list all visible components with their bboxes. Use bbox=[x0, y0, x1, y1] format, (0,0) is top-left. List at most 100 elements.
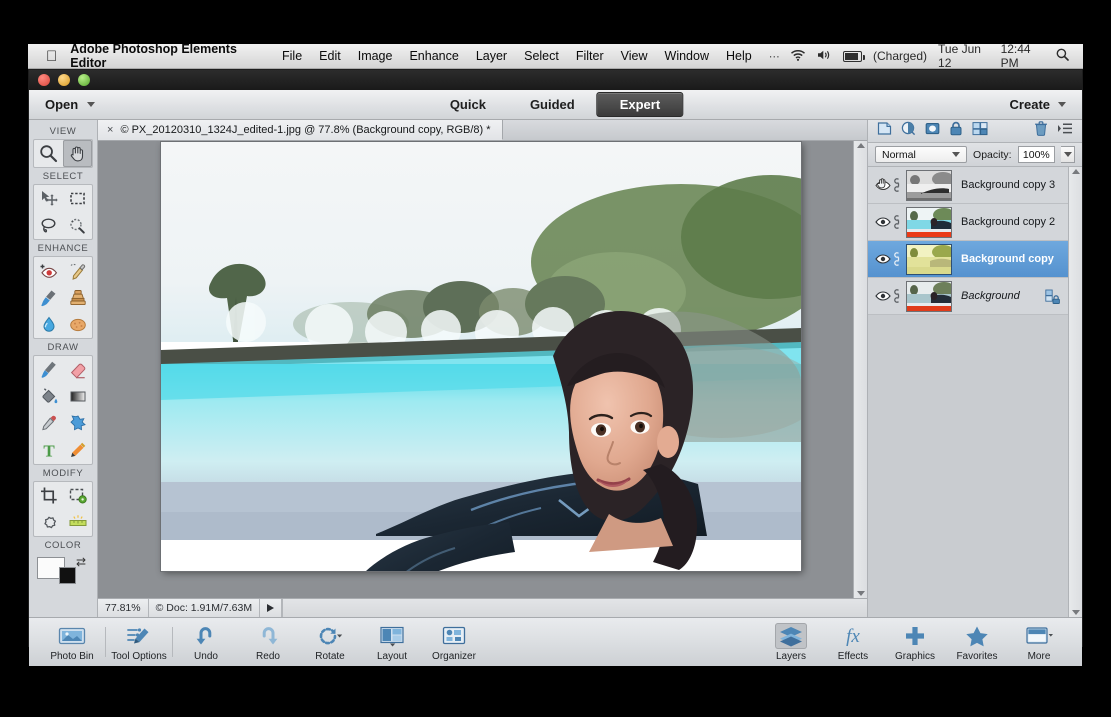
lock-icon[interactable] bbox=[1045, 289, 1061, 309]
smart-brush-tool[interactable] bbox=[34, 284, 63, 311]
crop-tool[interactable] bbox=[34, 482, 63, 509]
effects-button[interactable]: fx Effects bbox=[822, 623, 884, 662]
layer-name[interactable]: Background copy 2 bbox=[961, 216, 1055, 228]
more-button[interactable]: More bbox=[1008, 623, 1070, 662]
zoom-tool[interactable] bbox=[34, 140, 63, 167]
color-swatches[interactable]: ⇄ bbox=[35, 555, 91, 587]
layer-name[interactable]: Background copy 3 bbox=[961, 179, 1055, 191]
graphics-button[interactable]: Graphics bbox=[884, 623, 946, 662]
menu-edit[interactable]: Edit bbox=[319, 49, 341, 63]
layer-row[interactable]: Background bbox=[868, 278, 1068, 315]
custom-shape-tool[interactable] bbox=[63, 410, 92, 437]
zoom-window-button[interactable] bbox=[78, 74, 90, 86]
swap-colors-icon[interactable]: ⇄ bbox=[76, 555, 86, 569]
recompose-tool[interactable] bbox=[63, 482, 92, 509]
battery-icon[interactable] bbox=[842, 50, 866, 62]
menu-enhance[interactable]: Enhance bbox=[409, 49, 458, 63]
lasso-tool[interactable] bbox=[34, 212, 63, 239]
menubar-date[interactable]: Tue Jun 12 bbox=[938, 42, 990, 70]
rotate-button[interactable]: Rotate bbox=[299, 623, 361, 662]
menu-select[interactable]: Select bbox=[524, 49, 559, 63]
opacity-stepper[interactable] bbox=[1061, 146, 1075, 163]
hand-tool[interactable] bbox=[63, 140, 92, 167]
layout-button[interactable]: Layout bbox=[361, 623, 423, 662]
menu-window[interactable]: Window bbox=[665, 49, 709, 63]
blur-tool[interactable] bbox=[34, 311, 63, 338]
layer-row[interactable]: Background copy 3 bbox=[868, 167, 1068, 204]
bluetooth-icon[interactable]: ⋯ bbox=[769, 50, 780, 63]
group-layer-icon[interactable] bbox=[972, 121, 988, 141]
red-eye-removal-tool[interactable] bbox=[34, 257, 63, 284]
new-layer-icon[interactable] bbox=[877, 121, 892, 141]
brush-tool[interactable] bbox=[34, 356, 63, 383]
tab-expert[interactable]: Expert bbox=[596, 92, 684, 117]
sponge-tool[interactable] bbox=[63, 311, 92, 338]
close-window-button[interactable] bbox=[38, 74, 50, 86]
wifi-icon[interactable] bbox=[790, 49, 806, 64]
layers-button[interactable]: Layers bbox=[760, 622, 822, 662]
image-canvas[interactable] bbox=[161, 142, 801, 571]
layer-list[interactable]: Background copy 3 Background copy 2 Back… bbox=[868, 167, 1082, 617]
eyedropper-tool[interactable] bbox=[34, 410, 63, 437]
panel-menu-icon[interactable] bbox=[1057, 122, 1073, 140]
redo-button[interactable]: Redo bbox=[237, 623, 299, 662]
cookie-cutter-tool[interactable] bbox=[34, 509, 63, 536]
spot-healing-brush-tool[interactable] bbox=[63, 257, 92, 284]
tab-guided[interactable]: Guided bbox=[508, 93, 597, 116]
minimize-window-button[interactable] bbox=[58, 74, 70, 86]
document-tab[interactable]: × © PX_20120310_1324J_edited-1.jpg @ 77.… bbox=[98, 120, 503, 140]
blend-mode-select[interactable]: Normal bbox=[875, 146, 968, 163]
adjustment-layer-icon[interactable] bbox=[901, 121, 916, 141]
link-layers-icon[interactable] bbox=[891, 252, 906, 266]
create-button[interactable]: Create bbox=[1010, 97, 1066, 112]
layer-thumbnail[interactable] bbox=[906, 169, 952, 201]
canvas-horizontal-scrollbar[interactable] bbox=[282, 599, 867, 617]
background-color-swatch[interactable] bbox=[59, 567, 76, 584]
volume-icon[interactable] bbox=[817, 49, 832, 64]
layer-thumbnail[interactable] bbox=[906, 243, 952, 275]
straighten-tool[interactable] bbox=[63, 509, 92, 536]
gradient-tool[interactable] bbox=[63, 383, 92, 410]
tool-options-button[interactable]: Tool Options bbox=[108, 623, 170, 662]
menu-layer[interactable]: Layer bbox=[476, 49, 507, 63]
paint-bucket-tool[interactable] bbox=[34, 383, 63, 410]
layer-name[interactable]: Background bbox=[961, 290, 1020, 302]
apple-logo-icon[interactable]:  bbox=[46, 49, 57, 64]
menu-image[interactable]: Image bbox=[358, 49, 393, 63]
photo-bin-button[interactable]: Photo Bin bbox=[41, 623, 103, 662]
layers-vertical-scrollbar[interactable] bbox=[1068, 167, 1082, 617]
lock-icon[interactable] bbox=[949, 121, 963, 141]
layer-row[interactable]: Background copy bbox=[868, 241, 1068, 278]
eraser-tool[interactable] bbox=[63, 356, 92, 383]
menubar-clock[interactable]: 12:44 PM bbox=[1001, 42, 1045, 70]
delete-layer-icon[interactable] bbox=[1034, 121, 1048, 141]
scroll-down-icon[interactable] bbox=[856, 591, 865, 596]
opacity-input[interactable]: 100% bbox=[1017, 146, 1056, 163]
scroll-up-icon[interactable] bbox=[1071, 169, 1080, 174]
open-button[interactable]: Open bbox=[45, 97, 96, 112]
move-tool[interactable] bbox=[34, 185, 63, 212]
tab-quick[interactable]: Quick bbox=[428, 93, 508, 116]
quick-selection-tool[interactable] bbox=[63, 212, 92, 239]
zoom-level-field[interactable]: 77.81% bbox=[98, 599, 149, 617]
organizer-button[interactable]: Organizer bbox=[423, 623, 485, 662]
eye-icon[interactable] bbox=[874, 290, 891, 302]
menu-help[interactable]: Help bbox=[726, 49, 752, 63]
scroll-up-icon[interactable] bbox=[856, 143, 865, 148]
scroll-down-icon[interactable] bbox=[1071, 610, 1080, 615]
link-layers-icon[interactable] bbox=[891, 289, 906, 303]
menu-file[interactable]: File bbox=[282, 49, 302, 63]
layer-thumbnail[interactable] bbox=[906, 280, 952, 312]
menu-filter[interactable]: Filter bbox=[576, 49, 604, 63]
link-layers-icon[interactable] bbox=[891, 215, 906, 229]
undo-button[interactable]: Undo bbox=[175, 623, 237, 662]
link-layers-icon[interactable] bbox=[891, 178, 906, 192]
layer-mask-icon[interactable] bbox=[925, 121, 940, 141]
type-tool[interactable]: T bbox=[34, 437, 63, 464]
close-icon[interactable]: × bbox=[107, 124, 113, 136]
spotlight-search-icon[interactable] bbox=[1056, 48, 1069, 64]
rectangular-marquee-tool[interactable] bbox=[63, 185, 92, 212]
favorites-button[interactable]: Favorites bbox=[946, 623, 1008, 662]
canvas-scroll-region[interactable] bbox=[98, 141, 853, 598]
menu-view[interactable]: View bbox=[621, 49, 648, 63]
